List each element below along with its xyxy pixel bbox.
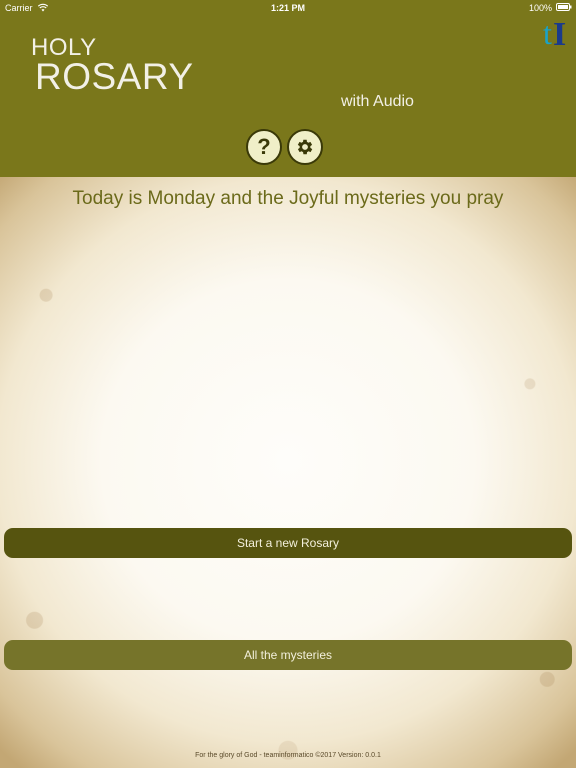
all-mysteries-label: All the mysteries — [243, 648, 333, 662]
app-logo-icon: t I — [543, 15, 566, 50]
parchment-background — [0, 177, 576, 768]
app-subtitle: with Audio — [341, 93, 414, 110]
start-rosary-label: Start a new Rosary — [236, 536, 340, 550]
battery-icon — [556, 3, 572, 11]
status-time: 1:21 PM — [270, 3, 305, 13]
svg-text:I: I — [553, 16, 566, 50]
today-mysteries-text: Today is Monday and the Joyful mysteries… — [72, 188, 504, 209]
battery-percentage: 100% — [528, 3, 552, 13]
settings-button[interactable] — [287, 129, 323, 165]
footer-text: For the glory of God - teaminformatico ©… — [195, 752, 381, 759]
all-mysteries-button[interactable]: All the mysteries — [4, 640, 572, 670]
header-bar: Carrier 1:21 PM 100% HOLY ROSARY with Au… — [0, 0, 576, 177]
gear-icon — [297, 139, 313, 155]
start-rosary-button[interactable]: Start a new Rosary — [4, 528, 572, 558]
svg-text:t: t — [543, 15, 552, 50]
help-button[interactable]: ? — [246, 129, 282, 165]
app-screen: Carrier 1:21 PM 100% HOLY ROSARY with Au… — [0, 0, 576, 768]
app-title-rosary: ROSARY — [35, 56, 194, 97]
question-icon: ? — [257, 134, 271, 159]
